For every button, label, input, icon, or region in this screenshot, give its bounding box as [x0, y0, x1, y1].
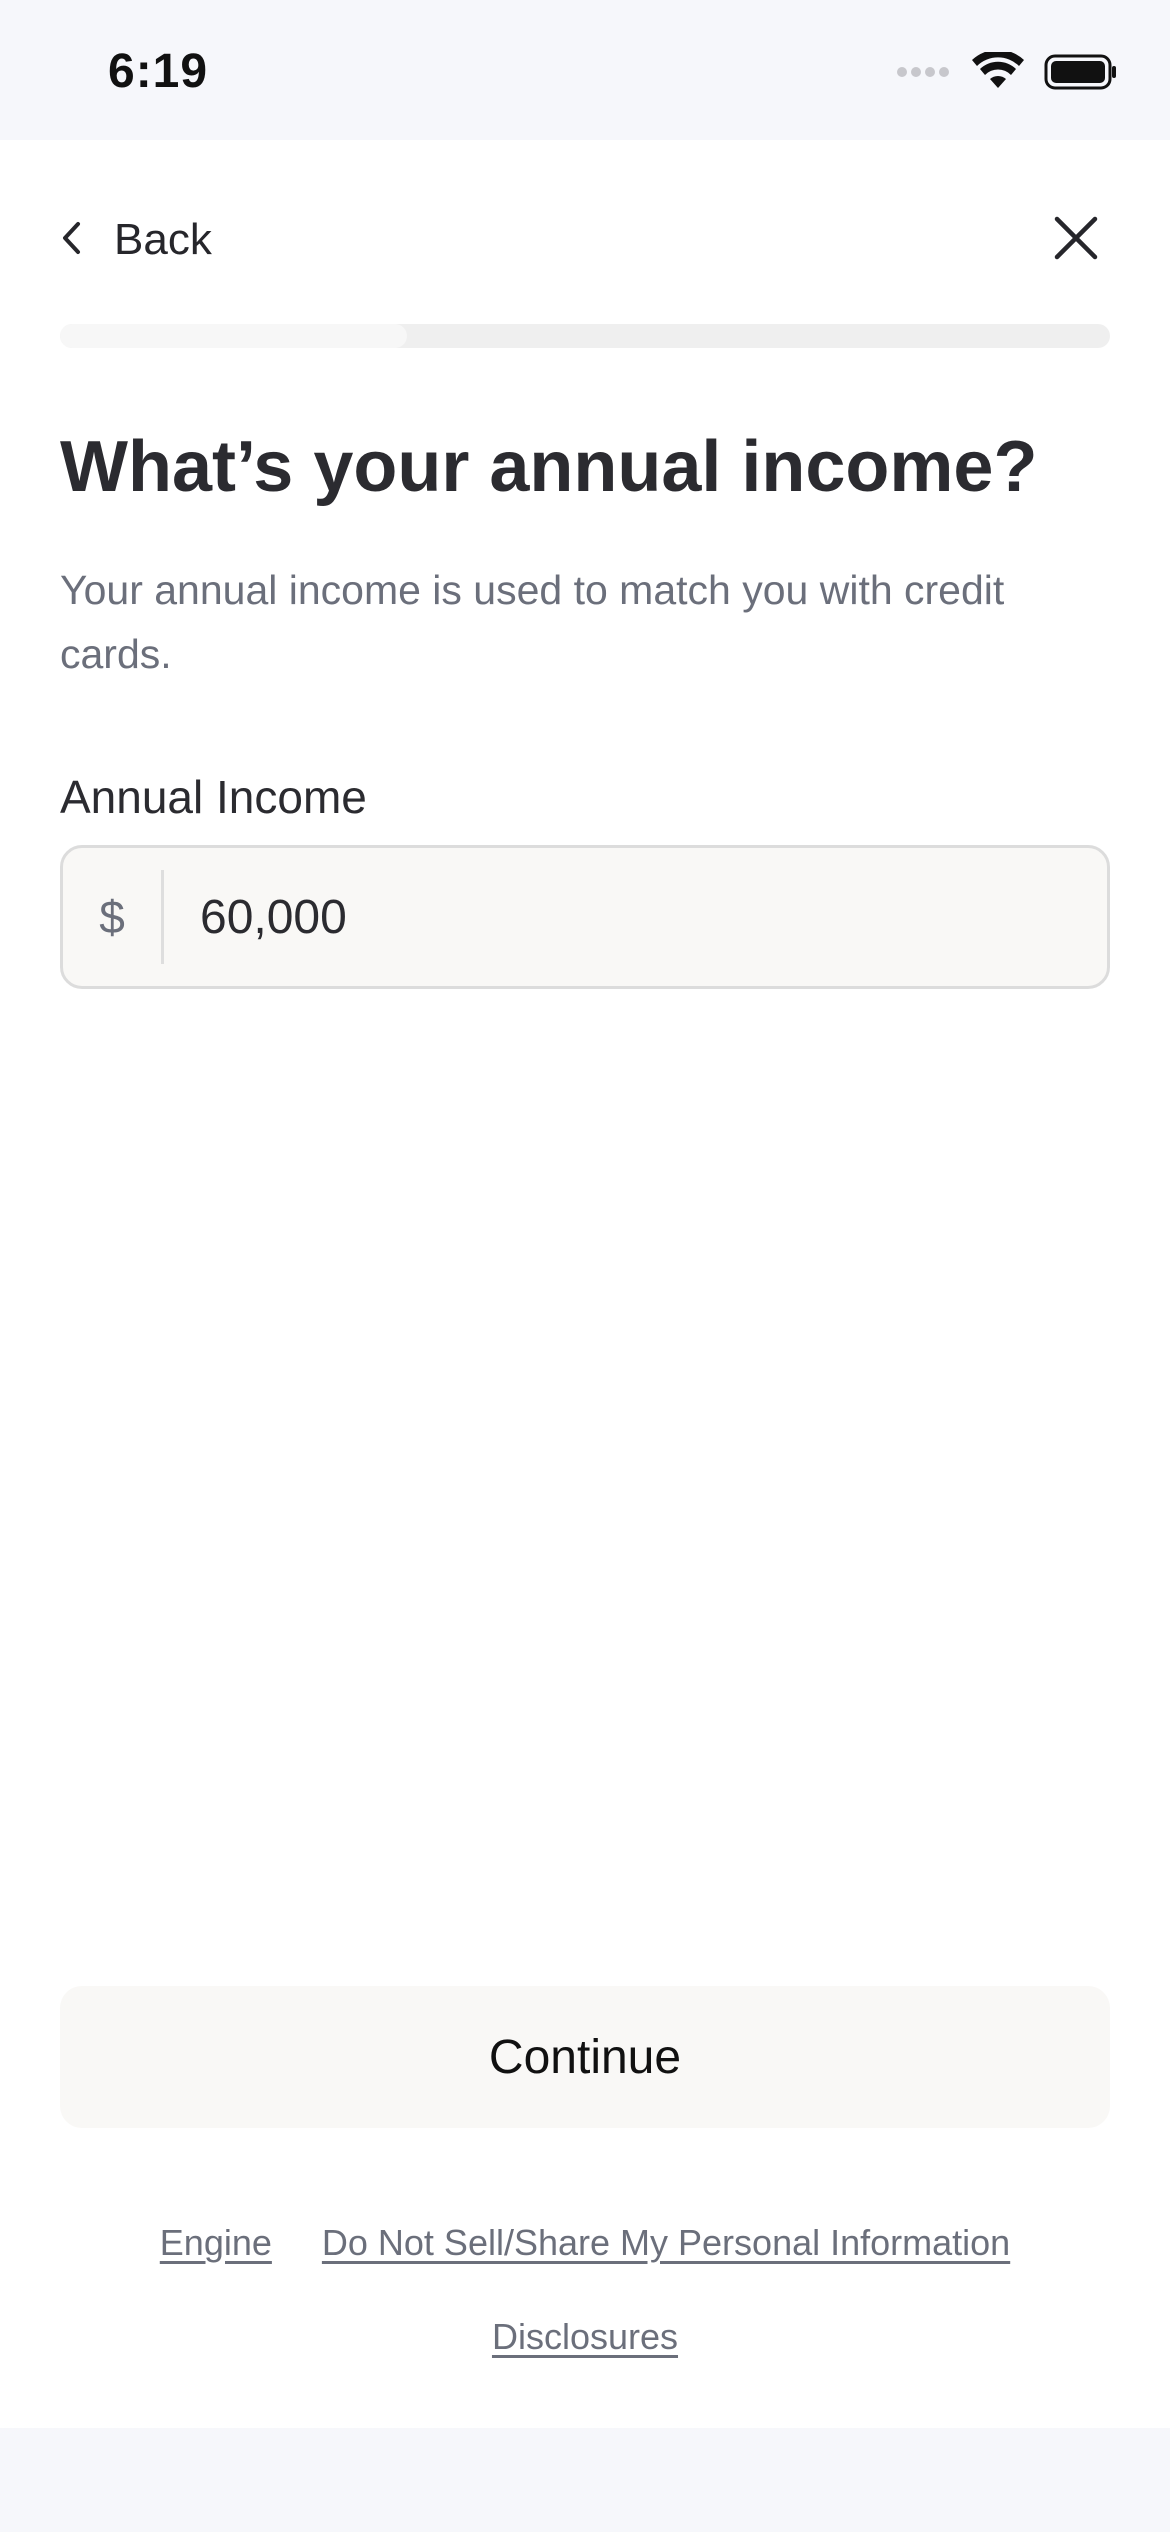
wifi-icon	[972, 49, 1024, 97]
close-button[interactable]	[1038, 202, 1114, 278]
income-input[interactable]	[164, 848, 1107, 986]
continue-button[interactable]: Continue	[60, 1986, 1110, 2128]
chevron-left-icon	[60, 220, 84, 261]
engine-link[interactable]: Engine	[160, 2222, 272, 2264]
page-title: What’s your annual income?	[60, 427, 1038, 507]
progress-fill	[60, 324, 407, 348]
close-icon	[1053, 215, 1099, 266]
battery-icon	[1044, 54, 1118, 95]
currency-symbol: $	[99, 891, 125, 943]
disclosures-link[interactable]: Disclosures	[492, 2316, 678, 2358]
do-not-sell-link[interactable]: Do Not Sell/Share My Personal Informatio…	[322, 2222, 1010, 2264]
progress-bar	[60, 324, 1110, 348]
status-bar: 6:19	[0, 0, 1170, 140]
footer-links: Engine Do Not Sell/Share My Personal Inf…	[0, 2222, 1170, 2410]
back-button[interactable]: Back	[60, 200, 212, 280]
signal-icon	[896, 65, 952, 84]
status-time: 6:19	[108, 45, 209, 98]
income-label: Annual Income	[60, 771, 367, 823]
income-field: $	[60, 845, 1110, 989]
page-subtitle: Your annual income is used to match you …	[60, 567, 1005, 677]
income-page: Back What’s your annual income? Your ann…	[0, 140, 1170, 2428]
status-icons	[896, 49, 1118, 97]
back-label: Back	[114, 215, 212, 264]
